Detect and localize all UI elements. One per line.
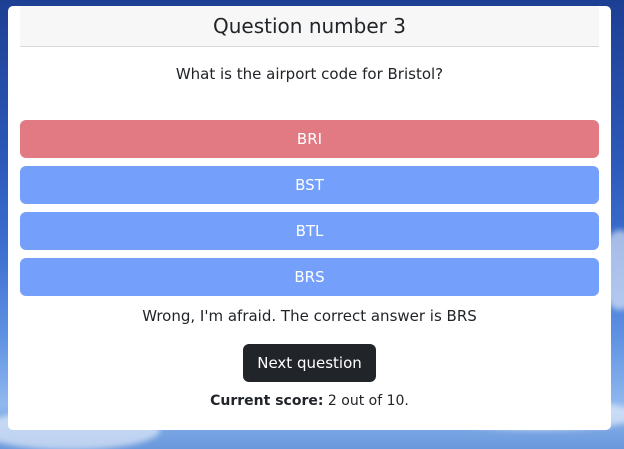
answer-button-btl[interactable]: BTL (20, 212, 599, 250)
answer-button-bri[interactable]: BRI (20, 120, 599, 158)
answer-button-bst[interactable]: BST (20, 166, 599, 204)
quiz-card: Question number 3 What is the airport co… (8, 6, 611, 430)
question-header: Question number 3 (20, 6, 599, 47)
question-text: What is the airport code for Bristol? (175, 65, 444, 83)
feedback-message: Wrong, I'm afraid. The correct answer is… (142, 307, 477, 325)
score-line: Current score: 2 out of 10. (8, 393, 611, 409)
answer-button-brs[interactable]: BRS (20, 258, 599, 296)
score-label: Current score: (210, 393, 324, 409)
answer-list: BRI BST BTL BRS (20, 120, 599, 304)
next-question-button[interactable]: Next question (243, 344, 376, 382)
score-value: 2 out of 10. (327, 393, 409, 409)
